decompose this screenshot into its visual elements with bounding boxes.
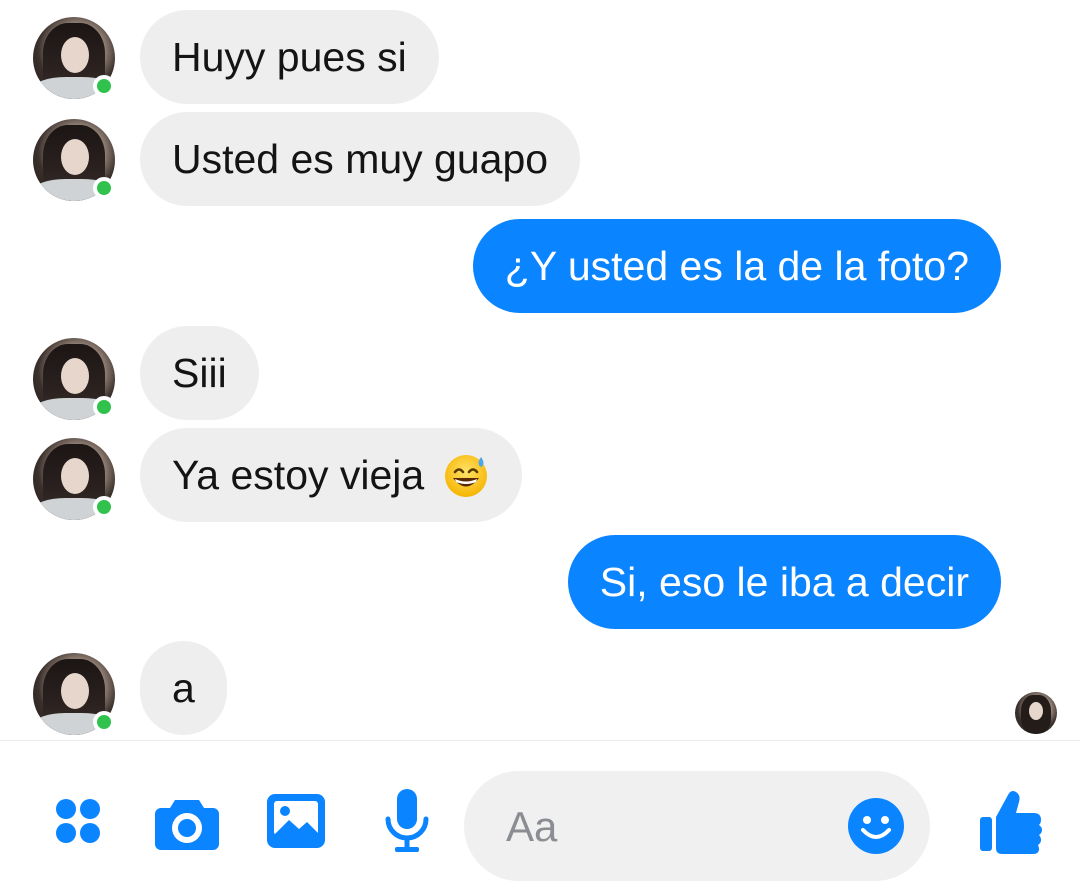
message-text: Siii — [172, 350, 227, 396]
contact-avatar[interactable] — [33, 17, 115, 99]
message-text: Usted es muy guapo — [172, 136, 549, 182]
gallery-icon — [267, 794, 325, 848]
message-row-incoming: Usted es muy guapo — [0, 112, 1080, 208]
message-row-incoming: Huyy pues si — [0, 10, 1080, 106]
message-row-outgoing: ¿Y usted es la de la foto? — [0, 219, 1080, 315]
microphone-icon — [385, 789, 429, 852]
microphone-button[interactable] — [380, 787, 434, 857]
contact-avatar[interactable] — [33, 438, 115, 520]
message-row-outgoing: Si, eso le iba a decir — [0, 535, 1080, 631]
grinning-face-with-sweat-emoji-icon — [444, 455, 487, 497]
message-bubble-incoming[interactable]: Ya estoy vieja — [140, 428, 522, 522]
online-status-dot — [93, 177, 115, 199]
messenger-chat-screen: Huyy pues si Usted es muy guapo ¿Y usted… — [0, 0, 1080, 888]
online-status-dot — [93, 75, 115, 97]
camera-button[interactable] — [154, 789, 220, 855]
message-input[interactable] — [504, 771, 838, 883]
message-row-incoming: Ya estoy vieja — [0, 428, 1080, 524]
online-status-dot — [93, 496, 115, 518]
camera-icon — [155, 800, 219, 850]
contact-avatar[interactable] — [33, 338, 115, 420]
contact-avatar[interactable] — [33, 653, 115, 735]
message-composer — [0, 741, 1080, 888]
emoji-icon — [848, 798, 904, 854]
message-text: Huyy pues si — [172, 34, 407, 80]
online-status-dot — [93, 711, 115, 733]
message-row-incoming: a — [0, 641, 1080, 737]
message-text: a — [172, 665, 195, 711]
menu-dots-button[interactable] — [48, 791, 108, 851]
message-thread[interactable]: Huyy pues si Usted es muy guapo ¿Y usted… — [0, 0, 1080, 740]
message-input-container — [464, 771, 930, 883]
online-status-dot — [93, 396, 115, 418]
message-text: Si, eso le iba a decir — [599, 559, 969, 605]
thumbs-up-icon — [980, 791, 1042, 854]
message-bubble-incoming[interactable]: Huyy pues si — [140, 10, 439, 104]
contact-avatar[interactable] — [33, 119, 115, 201]
message-text: Ya estoy vieja — [172, 452, 425, 498]
emoji-button[interactable] — [847, 797, 905, 855]
message-bubble-incoming[interactable]: Siii — [140, 326, 259, 420]
like-button[interactable] — [974, 785, 1046, 857]
seen-receipt-avatar — [1015, 692, 1057, 734]
message-bubble-outgoing[interactable]: ¿Y usted es la de la foto? — [472, 219, 1001, 313]
gallery-button[interactable] — [264, 789, 328, 853]
message-bubble-outgoing[interactable]: Si, eso le iba a decir — [567, 535, 1001, 629]
message-bubble-incoming[interactable]: Usted es muy guapo — [140, 112, 581, 206]
message-row-incoming: Siii — [0, 326, 1080, 422]
message-text: ¿Y usted es la de la foto? — [504, 243, 969, 289]
menu-dots-icon — [56, 799, 100, 843]
message-bubble-incoming[interactable]: a — [140, 641, 227, 735]
